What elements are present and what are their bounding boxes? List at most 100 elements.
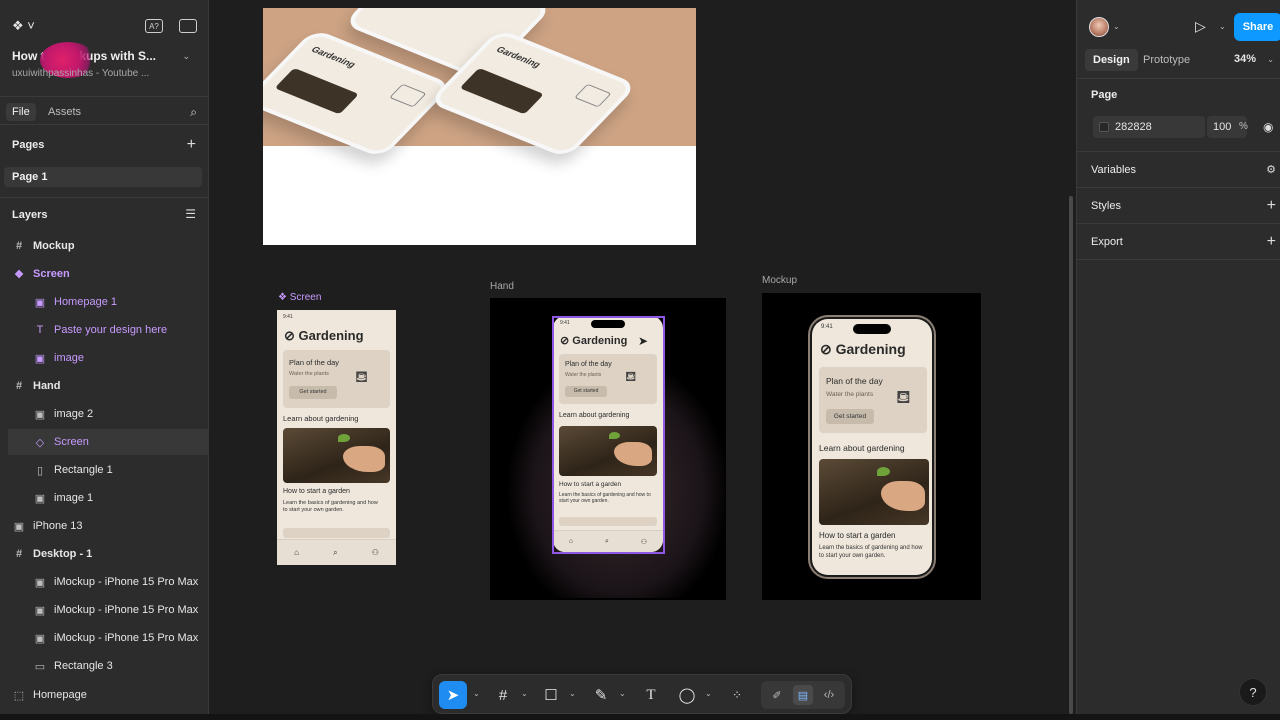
chevron-down-icon[interactable]: ⌄	[1267, 55, 1274, 64]
chevron-down-icon[interactable]: ⌄	[1219, 22, 1226, 31]
garden-image	[819, 459, 929, 525]
search-icon[interactable]: ⌕	[190, 105, 197, 120]
instance-icon: ◇	[35, 436, 45, 449]
share-button[interactable]: Share	[1234, 13, 1280, 41]
design-mode-icon[interactable]: ▤	[793, 685, 813, 705]
plan-card-subtitle: Water the plants	[826, 391, 874, 398]
add-page-icon[interactable]: +	[187, 137, 196, 153]
layer-item[interactable]: ▣ iPhone 13	[0, 513, 209, 539]
layer-item[interactable]: ⬚ Homepage	[0, 682, 209, 708]
zoom-level[interactable]: 34%	[1234, 53, 1256, 65]
layer-item[interactable]: ▣ iMockup - iPhone 15 Pro Max	[0, 597, 209, 623]
add-style-icon[interactable]: +	[1267, 198, 1276, 214]
chevron-down-icon[interactable]: ⌄	[521, 689, 528, 698]
layer-label: Screen	[54, 436, 89, 448]
layer-item[interactable]: # Desktop - 1	[0, 541, 209, 567]
add-export-icon[interactable]: +	[1267, 234, 1276, 250]
avatar[interactable]	[1089, 17, 1109, 37]
layer-item[interactable]: ▣ iMockup - iPhone 15 Pro Max	[0, 569, 209, 595]
hand-frame[interactable]: 9:41 ⊘ Gardening Plan of the day Water t…	[490, 298, 728, 600]
app-title: ⊘ Gardening	[284, 328, 364, 343]
iso-image	[459, 67, 544, 115]
screen-frame[interactable]: 9:41 ⊘ Gardening Plan of the day Water t…	[277, 310, 396, 565]
dev-mode-icon[interactable]: ‹/›	[819, 685, 839, 705]
plan-card-title: Plan of the day	[826, 376, 883, 386]
bottom-toolbar: ➤ ⌄ # ⌄ ☐ ⌄ ✎ ⌄ T ◯ ⌄ ⁘ ✐ ▤ ‹/›	[432, 674, 852, 714]
app-title-text: Gardening	[298, 328, 364, 343]
variables-settings-icon[interactable]: ⚙	[1266, 163, 1276, 176]
text-tool-icon[interactable]: T	[639, 681, 663, 709]
frame-label-hand[interactable]: Hand	[490, 281, 514, 292]
figma-menu-icon[interactable]: ❖ ˅	[12, 18, 35, 34]
chevron-down-icon[interactable]: ⌄	[619, 689, 626, 698]
page-item[interactable]: Page 1	[4, 167, 202, 187]
divider	[1077, 223, 1280, 224]
frame-label-screen[interactable]: ❖ Screen	[278, 292, 321, 303]
pages-header: Pages	[12, 139, 45, 151]
canvas[interactable]: Gardening Gardening ❖ Screen 9:41 ⊘ Gard…	[210, 0, 1076, 714]
layer-item[interactable]: ▣ image 2	[0, 401, 209, 427]
rectangle-tool-icon[interactable]: ☐	[539, 681, 563, 709]
garden-image	[283, 428, 390, 483]
layer-label: image	[54, 352, 84, 364]
image-icon: ▣	[34, 492, 46, 505]
desktop-frame[interactable]: Gardening Gardening	[263, 8, 696, 245]
chevron-down-icon[interactable]: ⌄	[182, 51, 190, 62]
layer-item-selected[interactable]: ◇ Screen	[8, 429, 209, 455]
frame-label-mockup[interactable]: Mockup	[762, 275, 797, 286]
tab-assets[interactable]: Assets	[42, 103, 87, 121]
help-button[interactable]: ?	[1239, 678, 1267, 706]
tab-design[interactable]: Design	[1085, 49, 1138, 71]
tab-prototype[interactable]: Prototype	[1135, 49, 1198, 71]
layer-label: iPhone 13	[33, 520, 83, 532]
divider	[1077, 259, 1280, 260]
chevron-down-icon[interactable]: ⌄	[705, 689, 712, 698]
layer-item[interactable]: ▣ image 1	[0, 485, 209, 511]
status-time: 9:41	[821, 324, 833, 330]
frame-tool-icon[interactable]: #	[491, 681, 515, 709]
chevron-down-icon[interactable]: ⌄	[473, 689, 480, 698]
canvas-scrollbar[interactable]	[1069, 196, 1073, 714]
hand-image	[881, 481, 925, 511]
watering-can-icon: ⛾	[896, 387, 911, 407]
tab-file[interactable]: File	[6, 103, 36, 121]
file-subtitle: uxuiwithpassinhas - Youtube ...	[12, 68, 150, 79]
selection-box[interactable]	[552, 316, 665, 554]
present-play-icon[interactable]: ▷	[1195, 18, 1206, 35]
layer-item[interactable]: ▣ image	[0, 345, 209, 371]
layer-item[interactable]: ▭ Rectangle 3	[0, 653, 209, 679]
chevron-down-icon[interactable]: ⌄	[569, 689, 576, 698]
visibility-eye-icon[interactable]: ◉	[1263, 120, 1273, 134]
layer-label: Hand	[33, 380, 61, 392]
divider	[1077, 187, 1280, 188]
color-swatch[interactable]	[1099, 122, 1109, 132]
layer-item[interactable]: # Mockup	[0, 233, 209, 259]
rectangle-icon: ▯	[36, 464, 44, 477]
mouse-cursor-icon: ➤	[638, 334, 649, 348]
section-heading: Learn about gardening	[283, 414, 359, 423]
iso-title: Gardening	[309, 44, 359, 70]
layer-item[interactable]: # Hand	[0, 373, 209, 399]
mockup-screen: 9:41 ⊘ Gardening Plan of the day Water t…	[812, 319, 932, 575]
comment-tool-icon[interactable]: ◯	[675, 681, 699, 709]
move-tool-icon[interactable]: ➤	[439, 681, 467, 709]
resources-tool-icon[interactable]: ⁘	[725, 681, 749, 709]
sidebar-toggle-icon[interactable]	[179, 19, 197, 33]
layer-item[interactable]: T Paste your design here	[0, 317, 209, 343]
layer-item[interactable]: ▣ iMockup - iPhone 15 Pro Max	[0, 625, 209, 651]
layer-item[interactable]: ▯ Rectangle 1	[0, 457, 209, 483]
pen-tool-icon[interactable]: ✎	[589, 681, 613, 709]
draw-mode-icon[interactable]: ✐	[767, 685, 787, 705]
page-color-hex[interactable]: 282828	[1115, 121, 1152, 133]
layer-item[interactable]: ❖ Screen	[0, 261, 209, 287]
layer-item[interactable]: ▣ Homepage 1	[0, 289, 209, 315]
mockup-frame[interactable]: 9:41 ⊘ Gardening Plan of the day Water t…	[762, 293, 981, 600]
chevron-down-icon[interactable]: ⌄	[1113, 22, 1120, 31]
page-color-field[interactable]: 282828	[1093, 116, 1205, 138]
ai-tools-icon[interactable]: A?	[145, 19, 163, 33]
left-topbar-icons: A?	[145, 19, 197, 33]
variables-section-title: Variables	[1091, 164, 1137, 176]
bottom-nav: ⌂ ⌕ ⚇	[277, 539, 396, 565]
home-icon: ⌂	[294, 548, 299, 557]
layers-list-icon[interactable]: ☰	[185, 208, 196, 220]
